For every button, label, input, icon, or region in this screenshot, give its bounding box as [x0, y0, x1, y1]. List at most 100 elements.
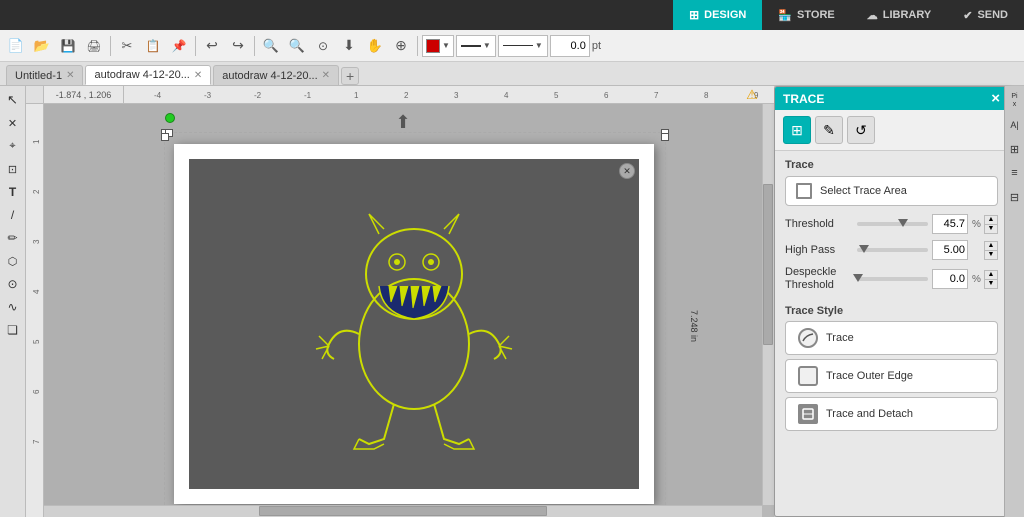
svg-text:5: 5	[554, 91, 559, 100]
line-thickness-dropdown[interactable]: ▼	[498, 35, 548, 57]
rotation-handle[interactable]	[165, 113, 175, 123]
left-tool-wave[interactable]: ∿	[2, 296, 24, 318]
tool-zoom-out[interactable]: 🔍	[285, 34, 309, 58]
tool-plus[interactable]: ⊕	[389, 34, 413, 58]
tab-untitled[interactable]: Untitled-1 ✕	[6, 65, 83, 85]
nav-tab-send[interactable]: ✔ SEND	[947, 0, 1024, 30]
right-icon-ai[interactable]: A|	[1007, 114, 1023, 136]
right-icon-pix[interactable]: Pix	[1007, 90, 1023, 112]
despeckle-slider-thumb[interactable]	[853, 274, 863, 282]
scrollbar-vertical[interactable]	[762, 104, 774, 505]
left-tool-pen[interactable]: ✏	[2, 227, 24, 249]
threshold-value-input[interactable]	[932, 214, 968, 234]
add-tab-button[interactable]: +	[341, 67, 359, 85]
nav-tab-library[interactable]: ☁ LIBRARY	[851, 0, 947, 30]
left-tool-line[interactable]: /	[2, 204, 24, 226]
threshold-slider-thumb[interactable]	[898, 219, 908, 227]
tab-autodraw2[interactable]: autodraw 4-12-20... ✕	[213, 65, 339, 85]
tab-autodraw1-close[interactable]: ✕	[194, 70, 202, 81]
canvas-close-btn[interactable]: ✕	[619, 163, 635, 179]
select-trace-area-btn[interactable]: Select Trace Area	[785, 176, 998, 206]
tool-print[interactable]: 🖨	[82, 34, 106, 58]
right-icon-menu[interactable]: ≡	[1007, 162, 1023, 184]
svg-text:-2: -2	[254, 91, 262, 100]
trace-tool-undo[interactable]: ↺	[847, 116, 875, 144]
threshold-unit: %	[972, 219, 980, 230]
trace-outer-btn[interactable]: Trace Outer Edge	[785, 359, 998, 393]
svg-text:5: 5	[32, 339, 41, 344]
tool-redo[interactable]: ↪	[226, 34, 250, 58]
ruler-corner	[26, 86, 44, 104]
handle-tm[interactable]	[165, 129, 173, 137]
scrollbar-v-thumb[interactable]	[763, 184, 773, 344]
despeckle-step-down[interactable]: ▼	[984, 279, 998, 289]
left-tool-select2[interactable]: ✕	[2, 112, 24, 134]
highpass-value-input[interactable]	[932, 240, 968, 260]
tool-paste[interactable]: 📌	[167, 34, 191, 58]
tab-autodraw2-close[interactable]: ✕	[322, 70, 330, 81]
send-label: SEND	[977, 9, 1008, 21]
highpass-slider-thumb[interactable]	[859, 245, 869, 253]
highpass-slider[interactable]	[857, 248, 928, 252]
scroll-arrow-up[interactable]: ⬆	[395, 112, 410, 133]
nav-tab-design[interactable]: ⊞ DESIGN	[673, 0, 762, 30]
despeckle-stepper: ▲ ▼	[984, 270, 998, 289]
highpass-step-down[interactable]: ▼	[984, 250, 998, 260]
left-toolbar: ↖ ✕ ⌖ ⊡ T / ✏ ⬡ ⊙ ∿ ❏	[0, 86, 26, 517]
despeckle-slider[interactable]	[857, 277, 928, 281]
stroke-style-dropdown[interactable]: ▼	[422, 35, 454, 57]
tool-pan[interactable]: ✋	[363, 34, 387, 58]
trace-style-section: Trace Style	[775, 295, 1008, 317]
handle-tl[interactable]	[161, 129, 169, 137]
trace-style-label: Trace Style	[785, 305, 843, 317]
ruler-top: -4 -3 -2 -1 1 2 3 4 5 6 7 8 9	[124, 86, 774, 104]
trace-tool-grid[interactable]: ⊞	[783, 116, 811, 144]
left-tool-text[interactable]: T	[2, 181, 24, 203]
right-icon-grid[interactable]: ⊞	[1007, 138, 1023, 160]
svg-text:7: 7	[654, 91, 659, 100]
despeckle-label-group: Despeckle Threshold	[785, 266, 853, 292]
left-tool-select[interactable]: ↖	[2, 89, 24, 111]
tool-open[interactable]: 📂	[30, 34, 54, 58]
tool-zoom-in[interactable]: 🔍	[259, 34, 283, 58]
tool-new[interactable]: 📄	[4, 34, 28, 58]
left-tool-crop[interactable]: ⌖	[2, 135, 24, 157]
threshold-step-down[interactable]: ▼	[984, 224, 998, 234]
nav-tab-store[interactable]: 🏪 STORE	[762, 0, 850, 30]
trace-tool-pen[interactable]: ✎	[815, 116, 843, 144]
trace-panel: TRACE × ⊞ ✎ ↺ Trace Select Trace Area	[774, 86, 1009, 517]
stroke-dropdown-arrow: ▼	[442, 41, 450, 50]
line-style-dropdown[interactable]: ▼	[456, 35, 496, 57]
thickness-dropdown-arrow: ▼	[535, 41, 543, 50]
scrollbar-horizontal[interactable]	[44, 505, 762, 517]
trace-detach-btn[interactable]: Trace and Detach	[785, 397, 998, 431]
despeckle-unit: %	[972, 274, 980, 285]
handle-ml[interactable]	[161, 133, 169, 141]
left-tool-rect[interactable]: ⊡	[2, 158, 24, 180]
line-dropdown-arrow: ▼	[483, 41, 491, 50]
left-tool-fill[interactable]: ⊙	[2, 273, 24, 295]
tool-down-arrow[interactable]: ⬇	[337, 34, 361, 58]
tab-autodraw1[interactable]: autodraw 4-12-20... ✕	[85, 65, 211, 85]
trace-close-btn[interactable]: ×	[991, 91, 1000, 106]
tool-save[interactable]: 💾	[56, 34, 80, 58]
height-dim-value: 7.248 in	[689, 310, 699, 342]
handle-mr[interactable]	[661, 133, 669, 141]
trace-btn[interactable]: Trace	[785, 321, 998, 355]
tool-copy[interactable]: 📋	[141, 34, 165, 58]
left-tool-clone[interactable]: ❏	[2, 319, 24, 341]
handle-tr[interactable]	[661, 129, 669, 137]
stroke-width-input[interactable]	[550, 35, 590, 57]
tool-undo[interactable]: ↩	[200, 34, 224, 58]
despeckle-value-input[interactable]	[932, 269, 968, 289]
tool-cut[interactable]: ✂	[115, 34, 139, 58]
select-trace-icon	[796, 183, 812, 199]
left-tool-eraser[interactable]: ⬡	[2, 250, 24, 272]
monster-graphic	[294, 174, 534, 474]
threshold-slider[interactable]	[857, 222, 928, 226]
svg-text:4: 4	[32, 289, 41, 294]
right-icon-minus-grid[interactable]: ⊟	[1007, 186, 1023, 208]
tool-zoom-fit[interactable]: ⊙	[311, 34, 335, 58]
tab-untitled-close[interactable]: ✕	[66, 70, 74, 81]
scrollbar-h-thumb[interactable]	[259, 506, 546, 516]
